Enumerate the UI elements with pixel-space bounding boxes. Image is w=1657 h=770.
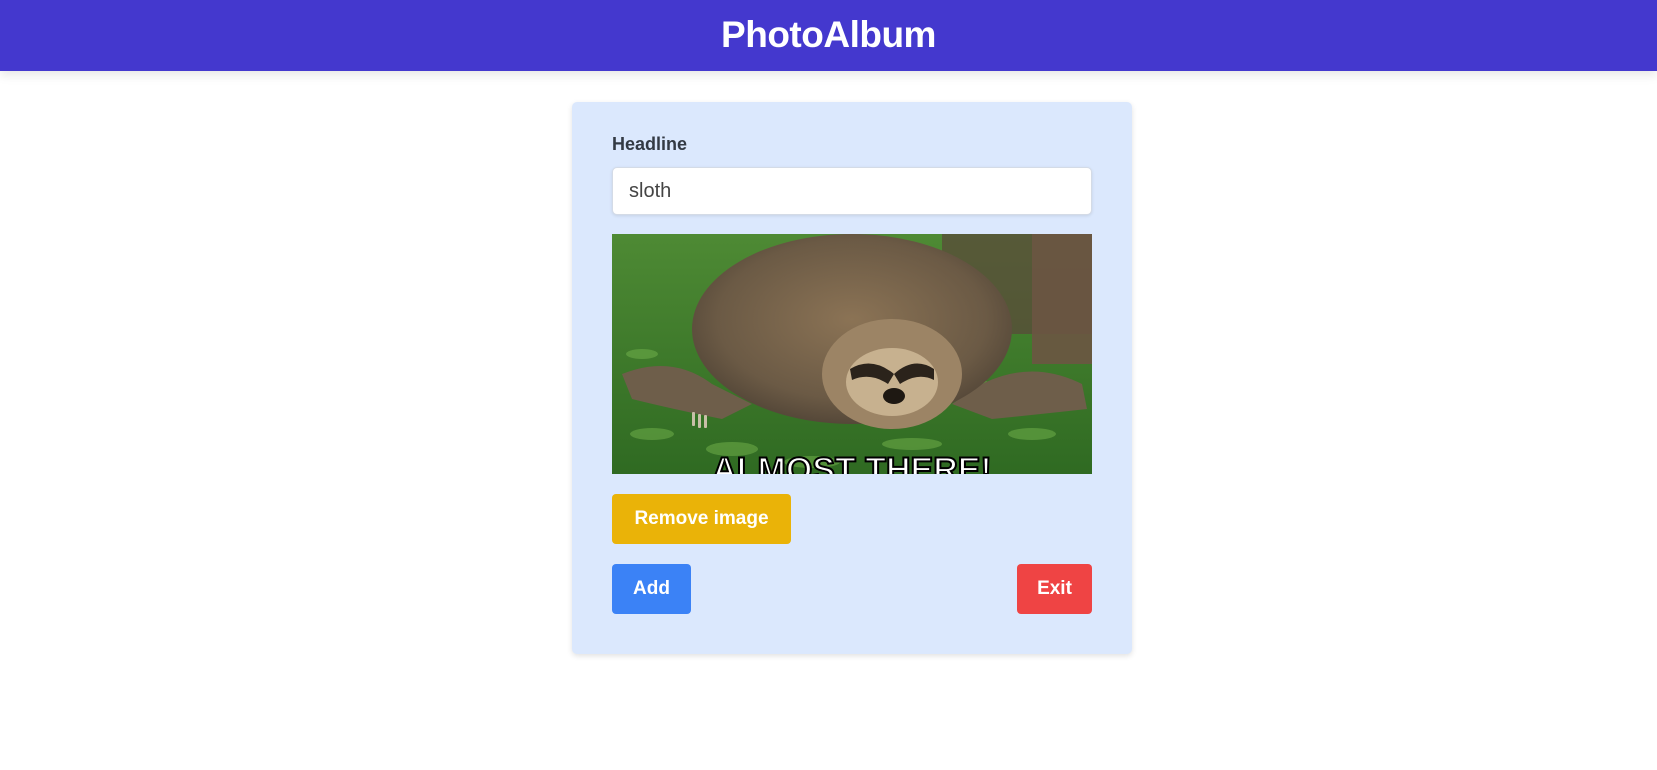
- remove-image-button[interactable]: Remove image: [612, 494, 791, 544]
- photo-form-card: Headline sloth ALMOST THERE! Remove imag…: [572, 102, 1132, 654]
- exit-button[interactable]: Exit: [1017, 564, 1092, 614]
- photo-caption-overlay: ALMOST THERE!: [712, 451, 992, 474]
- headline-label: Headline: [612, 134, 688, 154]
- photo-image: ALMOST THERE!: [612, 234, 1092, 474]
- photo-preview: ALMOST THERE!: [612, 234, 1092, 474]
- app-title: PhotoAlbum: [721, 13, 936, 55]
- add-button[interactable]: Add: [612, 564, 691, 614]
- headline-input[interactable]: [612, 167, 1092, 215]
- app-header: PhotoAlbum: [0, 0, 1657, 71]
